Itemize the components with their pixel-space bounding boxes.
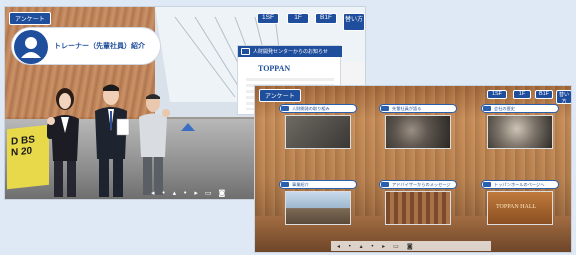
- trainer-label: トレーナー（先輩社員）紹介: [54, 43, 145, 50]
- fullscreen-icon[interactable]: ▭: [205, 189, 212, 197]
- user-icon: [14, 30, 48, 64]
- video-thumbnail: [487, 115, 553, 149]
- video-tile-4[interactable]: 事業紹介: [279, 180, 357, 226]
- video-tile-2[interactable]: 先輩社員が語る: [379, 104, 457, 150]
- video-thumbnail: [385, 191, 451, 225]
- trainer-sign[interactable]: トレーナー（先輩社員）紹介: [11, 27, 161, 65]
- viewer-controls: ◂ • ▴ • ▸ ▭ ◙: [151, 188, 271, 198]
- forward-icon[interactable]: ▸: [382, 243, 385, 250]
- survey-button[interactable]: アンケート: [259, 89, 301, 102]
- hall-text: TOPPAN HALL: [496, 204, 537, 210]
- video-tile-label: 人財開発の取り組み: [279, 104, 357, 113]
- vr-icon[interactable]: ◙: [218, 189, 225, 197]
- notice-logo: TOPPAN: [258, 64, 291, 73]
- survey-button[interactable]: アンケート: [9, 12, 51, 25]
- video-tile-label: 事業紹介: [279, 180, 357, 189]
- nav-arrow-icon[interactable]: [181, 123, 195, 131]
- theater-screenshot: アンケート 1SF 1F B1F 替い方 人財開発の取り組み 先輩社員が語る 会…: [254, 85, 572, 253]
- video-tile-3[interactable]: 会社の歴史: [481, 104, 559, 150]
- floor-button-1f[interactable]: 1F: [287, 13, 309, 24]
- person-woman: [45, 85, 85, 199]
- video-icon: [281, 182, 289, 187]
- person-man-suit: [89, 81, 133, 199]
- video-tile-1[interactable]: 人財開発の取り組み: [279, 104, 357, 150]
- play-icon[interactable]: ▴: [173, 189, 177, 197]
- video-tile-6[interactable]: トッパンホールのページへ TOPPAN HALL: [481, 180, 559, 226]
- video-tile-5[interactable]: アドバイザーからのメッセージ: [379, 180, 457, 226]
- rewind-icon[interactable]: ◂: [151, 189, 155, 197]
- poster-text: D BS N 20: [11, 134, 35, 159]
- video-thumbnail: [385, 115, 451, 149]
- rewind-icon[interactable]: ◂: [337, 243, 340, 250]
- vr-icon[interactable]: ◙: [407, 243, 413, 250]
- video-tile-label: トッパンホールのページへ: [481, 180, 559, 189]
- video-thumbnail: [285, 191, 351, 225]
- floor-button-1f[interactable]: 1F: [513, 90, 531, 99]
- floor-button-1sf[interactable]: 1SF: [487, 90, 507, 99]
- video-icon: [381, 182, 389, 187]
- forward-icon[interactable]: ▸: [194, 189, 198, 197]
- zoom-out-icon[interactable]: •: [162, 189, 166, 197]
- zoom-in-icon[interactable]: •: [371, 243, 375, 250]
- zoom-in-icon[interactable]: •: [183, 189, 187, 197]
- floor-button-b1f[interactable]: B1F: [535, 90, 553, 99]
- video-thumbnail: [285, 115, 351, 149]
- play-icon[interactable]: ▴: [360, 243, 363, 250]
- viewer-controls: ◂ • ▴ • ▸ ▭ ◙: [331, 241, 491, 251]
- notice-icon: [241, 48, 250, 55]
- video-icon: [381, 106, 389, 111]
- person-man-casual: [135, 91, 171, 197]
- fullscreen-icon[interactable]: ▭: [393, 243, 399, 250]
- floor-button-b1f[interactable]: B1F: [315, 13, 337, 24]
- video-thumbnail: TOPPAN HALL: [487, 191, 553, 225]
- floor-button-1sf[interactable]: 1SF: [257, 13, 279, 24]
- video-icon: [483, 106, 491, 111]
- poster: D BS N 20: [7, 124, 49, 190]
- video-tile-label: 会社の歴史: [481, 104, 559, 113]
- floor-button-howto[interactable]: 替い方: [556, 90, 571, 105]
- video-icon: [483, 182, 491, 187]
- video-icon: [281, 106, 289, 111]
- zoom-out-icon[interactable]: •: [348, 243, 352, 250]
- video-tile-label: 先輩社員が語る: [379, 104, 457, 113]
- video-tile-label: アドバイザーからのメッセージ: [379, 180, 457, 189]
- floor-button-howto[interactable]: 替い方: [343, 13, 365, 31]
- notice-title: 人財開発センターからのお知らせ: [253, 49, 328, 55]
